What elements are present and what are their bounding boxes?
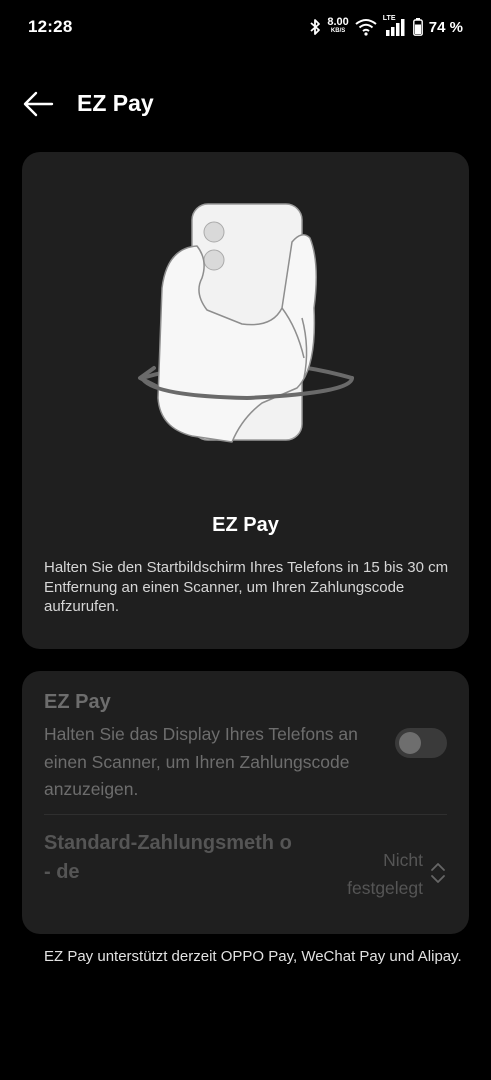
toggle-knob — [399, 732, 421, 754]
ezpay-toggle-row[interactable]: EZ Pay Halten Sie das Display Ihres Tele… — [22, 671, 469, 814]
ezpay-toggle-switch[interactable] — [395, 728, 447, 758]
app-header: EZ Pay — [0, 80, 491, 130]
hero-card: EZ Pay Halten Sie den Startbildschirm Ih… — [22, 152, 469, 649]
page-title: EZ Pay — [77, 90, 154, 116]
ezpay-setting-title: EZ Pay — [44, 691, 111, 713]
ezpay-setting-description: Halten Sie das Display Ihres Telefons an… — [44, 724, 358, 799]
battery-percent: 74 % — [428, 18, 463, 36]
battery-icon — [412, 18, 423, 36]
bluetooth-icon — [310, 19, 321, 35]
net-speed-value: 8.00 — [327, 16, 349, 28]
back-button[interactable] — [22, 89, 56, 119]
support-footnote: EZ Pay unterstützt derzeit OPPO Pay, WeC… — [44, 948, 462, 965]
settings-card: EZ Pay Halten Sie das Display Ihres Tele… — [22, 671, 469, 934]
status-bar: 12:28 8.00 KB/S LTE 74 % — [0, 0, 491, 54]
signal-group: LTE — [383, 15, 407, 36]
chevron-updown-icon — [431, 863, 445, 883]
hero-title: EZ Pay — [212, 514, 279, 536]
hand-phone-illustration — [138, 203, 354, 443]
default-payment-method-value: Nicht festgelegt — [347, 850, 423, 898]
signal-icon — [385, 19, 405, 36]
arrow-left-icon — [23, 91, 54, 117]
hero-description: Halten Sie den Startbildschirm Ihres Tel… — [44, 559, 449, 615]
wifi-icon — [355, 19, 377, 36]
status-icons: 8.00 KB/S LTE 74 % — [309, 15, 463, 39]
default-payment-method-label: Standard-Zahlungsmeth o- de — [44, 832, 292, 883]
net-speed: 8.00 KB/S — [327, 16, 349, 36]
status-time: 12:28 — [28, 17, 73, 36]
default-payment-method-row[interactable]: Standard-Zahlungsmeth o- de Nicht festge… — [22, 815, 469, 934]
net-speed-unit: KB/S — [330, 28, 346, 34]
